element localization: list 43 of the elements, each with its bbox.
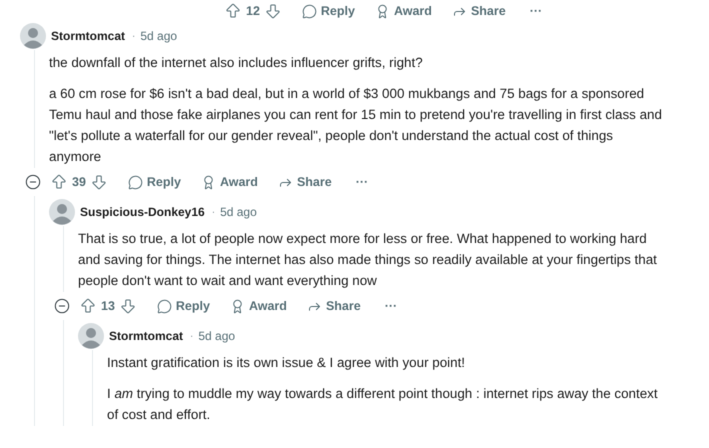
comment-author[interactable]: Stormtomcat (51, 27, 126, 45)
more-options-button[interactable]: ··· (522, 0, 550, 23)
comment-text: That is so true, a lot of people now expect more for less or free. What happened to working hard and saving for things. The internet has also made things so readily available at your fingertips that people don't want to wait and want everything now (78, 230, 658, 290)
comment-text: a 60 cm rose for $6 isn't a bad deal, but in a world of $3 000 mukbangs and 75 bags for a sponsored Temu haul and those fake airplanes you can rent for 15 min to pretend you're travelling in first class and "let's pollute a waterfall for our gender reveal", people don't understand the actual cost of things anymore (49, 85, 663, 166)
more-options-button[interactable]: ··· (348, 170, 376, 194)
comment-time: 5d ago (220, 204, 257, 221)
comment-time: 5d ago (140, 28, 178, 45)
comment-time: 5d ago (198, 328, 236, 345)
award-button[interactable]: Award (366, 0, 440, 23)
more-options-button[interactable]: ··· (376, 294, 406, 318)
speech-bubble-icon (156, 298, 172, 314)
award-button[interactable]: Award (192, 170, 266, 194)
upvote-icon[interactable] (224, 2, 242, 20)
separator-dot: · (212, 206, 216, 220)
downvote-icon[interactable] (90, 173, 108, 191)
share-button[interactable]: Share (298, 294, 369, 318)
upvote-icon[interactable] (79, 297, 97, 315)
comment-text: the downfall of the internet also includes influencer grifts, right? (49, 54, 424, 72)
vote-count: 13 (101, 298, 115, 315)
separator-dot: · (132, 30, 136, 44)
share-button[interactable]: Share (270, 170, 340, 194)
avatar-icon (49, 199, 75, 225)
speech-bubble-icon (302, 4, 317, 18)
collapse-icon[interactable] (25, 174, 41, 190)
comment-text: Instant gratification is its own issue & I agree with your point! (107, 354, 466, 372)
comment-author[interactable]: Suspicious-Donkey16 (80, 203, 205, 221)
reply-button[interactable]: Reply (120, 170, 189, 194)
comment-text: I am trying to muddle my way towards a different point though : internet rips away the context of cost and effort. (107, 385, 659, 424)
speech-bubble-icon (128, 174, 143, 190)
comment-author[interactable]: Stormtomcat (109, 327, 184, 345)
avatar-icon (78, 323, 104, 349)
vote-count: 12 (246, 2, 260, 20)
collapse-icon[interactable] (54, 298, 70, 314)
award-button[interactable]: Award (222, 294, 295, 318)
reply-button[interactable]: Reply (148, 294, 218, 318)
downvote-icon[interactable] (264, 2, 282, 20)
downvote-icon[interactable] (118, 297, 137, 315)
upvote-icon[interactable] (50, 173, 68, 191)
vote-count: 39 (72, 174, 86, 191)
avatar-icon (20, 23, 46, 49)
share-button[interactable]: Share (444, 0, 514, 23)
separator-dot: · (190, 330, 194, 344)
reply-button[interactable]: Reply (294, 0, 363, 23)
